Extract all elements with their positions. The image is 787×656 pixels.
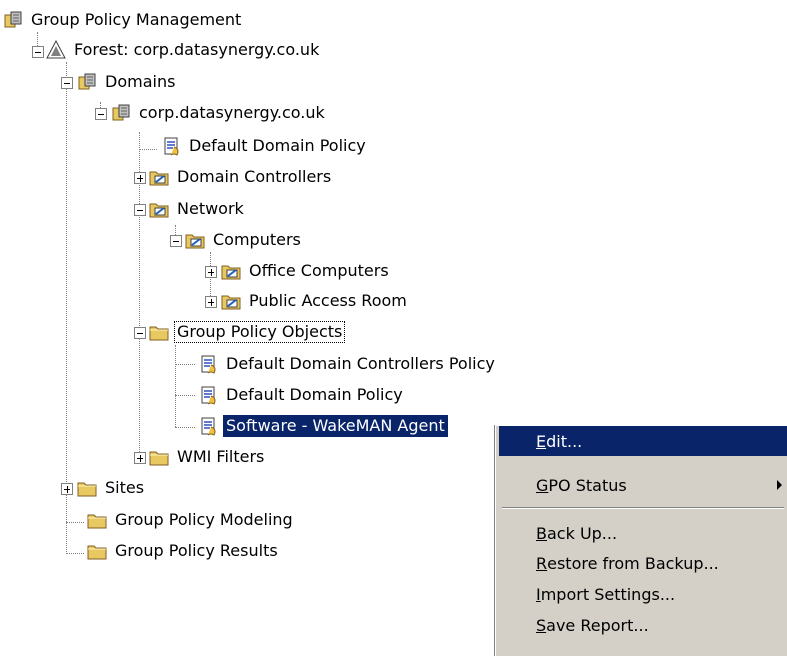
node-label: Domain Controllers [177, 167, 332, 186]
menu-accelerator: B [536, 523, 547, 543]
expand-sites-toggle[interactable] [61, 483, 73, 495]
tree-node-group-policy-objects[interactable]: Group Policy Objects [148, 320, 346, 344]
node-label: Public Access Room [249, 291, 407, 310]
menu-item-label: PO Status [548, 475, 627, 495]
tree-node-wmi-filters[interactable]: WMI Filters [148, 445, 267, 469]
tree-node-gp-modeling[interactable]: Group Policy Modeling [86, 508, 296, 532]
gp-modeling-icon [86, 509, 108, 531]
collapse-forest-toggle[interactable] [32, 46, 44, 58]
node-label: Network [177, 199, 244, 218]
gpo-scroll-icon [197, 353, 219, 375]
node-label: Sites [105, 478, 145, 497]
menu-item-label: ave Report... [546, 615, 649, 635]
domains-folder-icon [76, 71, 98, 93]
menu-item-import-settings[interactable]: Import Settings... [499, 579, 787, 609]
ou-icon [148, 166, 170, 188]
tree-connector [66, 522, 84, 523]
expand-domain-controllers-toggle[interactable] [134, 172, 146, 184]
ou-icon [184, 229, 206, 251]
tree-connector [66, 62, 67, 554]
node-label: WMI Filters [177, 447, 265, 466]
tree-connector [66, 553, 84, 554]
collapse-group-policy-objects-toggle[interactable] [134, 327, 146, 339]
menu-item-label: estore from Backup... [547, 553, 719, 573]
collapse-computers-toggle[interactable] [170, 235, 182, 247]
tree-node-network[interactable]: Network [148, 197, 247, 221]
tree-connector [139, 149, 157, 150]
tree-node-forest[interactable]: Forest: corp.datasynergy.co.uk [45, 38, 322, 62]
node-label: Domains [105, 72, 176, 91]
collapse-domain-toggle[interactable] [95, 108, 107, 120]
node-label: Group Policy Modeling [115, 510, 293, 529]
expand-office-computers-toggle[interactable] [205, 266, 217, 278]
node-label: Group Policy Management [31, 10, 242, 29]
collapse-network-toggle[interactable] [134, 204, 146, 216]
expand-public-access-room-toggle[interactable] [205, 296, 217, 308]
tree-node-domain[interactable]: corp.datasynergy.co.uk [110, 101, 328, 125]
gpo-container-icon [148, 321, 170, 343]
menu-accelerator: E [536, 431, 547, 451]
node-label: Default Domain Policy [226, 385, 403, 404]
menu-accelerator: R [536, 553, 548, 573]
menu-item-label: ack Up... [546, 523, 618, 543]
menu-item-restore[interactable]: Restore from Backup... [499, 548, 787, 578]
ou-icon [220, 290, 242, 312]
menu-item-back-up[interactable]: Back Up... [499, 518, 787, 548]
tree-node-public-access-room[interactable]: Public Access Room [220, 289, 410, 313]
tree-node-domains[interactable]: Domains [76, 70, 178, 94]
ou-icon [148, 198, 170, 220]
ou-icon [220, 260, 242, 282]
sites-folder-icon [76, 477, 98, 499]
domain-icon [110, 102, 132, 124]
context-menu: Edit... G PO Status Back Up... Restore fr… [495, 425, 787, 656]
wmi-filter-folder-icon [148, 446, 170, 468]
node-label: Default Domain Policy [189, 136, 366, 155]
tree-connector [175, 364, 195, 365]
submenu-arrow-icon [777, 480, 782, 490]
menu-accelerator: S [536, 615, 547, 635]
tree-node-root[interactable]: Group Policy Management [2, 8, 244, 32]
tree-node-default-domain-policy-link[interactable]: Default Domain Policy [160, 134, 369, 158]
tree-node-gpo-default-domain-policy[interactable]: Default Domain Policy [197, 383, 406, 407]
node-label: Office Computers [249, 261, 389, 280]
tree-node-office-computers[interactable]: Office Computers [220, 259, 392, 283]
node-label: Forest: corp.datasynergy.co.uk [74, 40, 320, 59]
node-label: Group Policy Results [115, 541, 278, 560]
node-label: Default Domain Controllers Policy [226, 354, 495, 373]
node-label: Software - WakeMAN Agent [223, 415, 448, 437]
menu-item-edit[interactable]: Edit... [499, 426, 787, 456]
collapse-domains-toggle[interactable] [61, 77, 73, 89]
tree-connector [175, 395, 195, 396]
tree-connector [175, 345, 176, 427]
menu-item-label: dit... [546, 431, 583, 451]
menu-separator [502, 507, 784, 509]
tree-connector [175, 427, 195, 428]
forest-icon [45, 39, 67, 61]
tree-node-domain-controllers[interactable]: Domain Controllers [148, 165, 334, 189]
node-label: corp.datasynergy.co.uk [139, 103, 325, 122]
tree-node-gpo-default-dc-policy[interactable]: Default Domain Controllers Policy [197, 352, 498, 376]
node-label: Group Policy Objects [174, 321, 346, 343]
tree-node-gp-results[interactable]: Group Policy Results [86, 539, 281, 563]
gp-results-icon [86, 540, 108, 562]
gpo-scroll-icon [197, 415, 219, 437]
gpmc-console-icon [2, 9, 24, 31]
expand-wmi-filters-toggle[interactable] [134, 452, 146, 464]
menu-accelerator: G [536, 475, 549, 495]
tree-node-computers[interactable]: Computers [184, 228, 304, 252]
menu-item-label: mport Settings... [540, 584, 676, 604]
tree-node-sites[interactable]: Sites [76, 476, 147, 500]
node-label: Computers [213, 230, 301, 249]
gpo-link-icon [160, 135, 182, 157]
menu-item-save-report[interactable]: Save Report... [499, 610, 787, 640]
menu-item-gpo-status[interactable]: G PO Status [499, 470, 787, 500]
tree-node-gpo-software-wakeman[interactable]: Software - WakeMAN Agent [197, 414, 448, 438]
gpo-scroll-icon [197, 384, 219, 406]
